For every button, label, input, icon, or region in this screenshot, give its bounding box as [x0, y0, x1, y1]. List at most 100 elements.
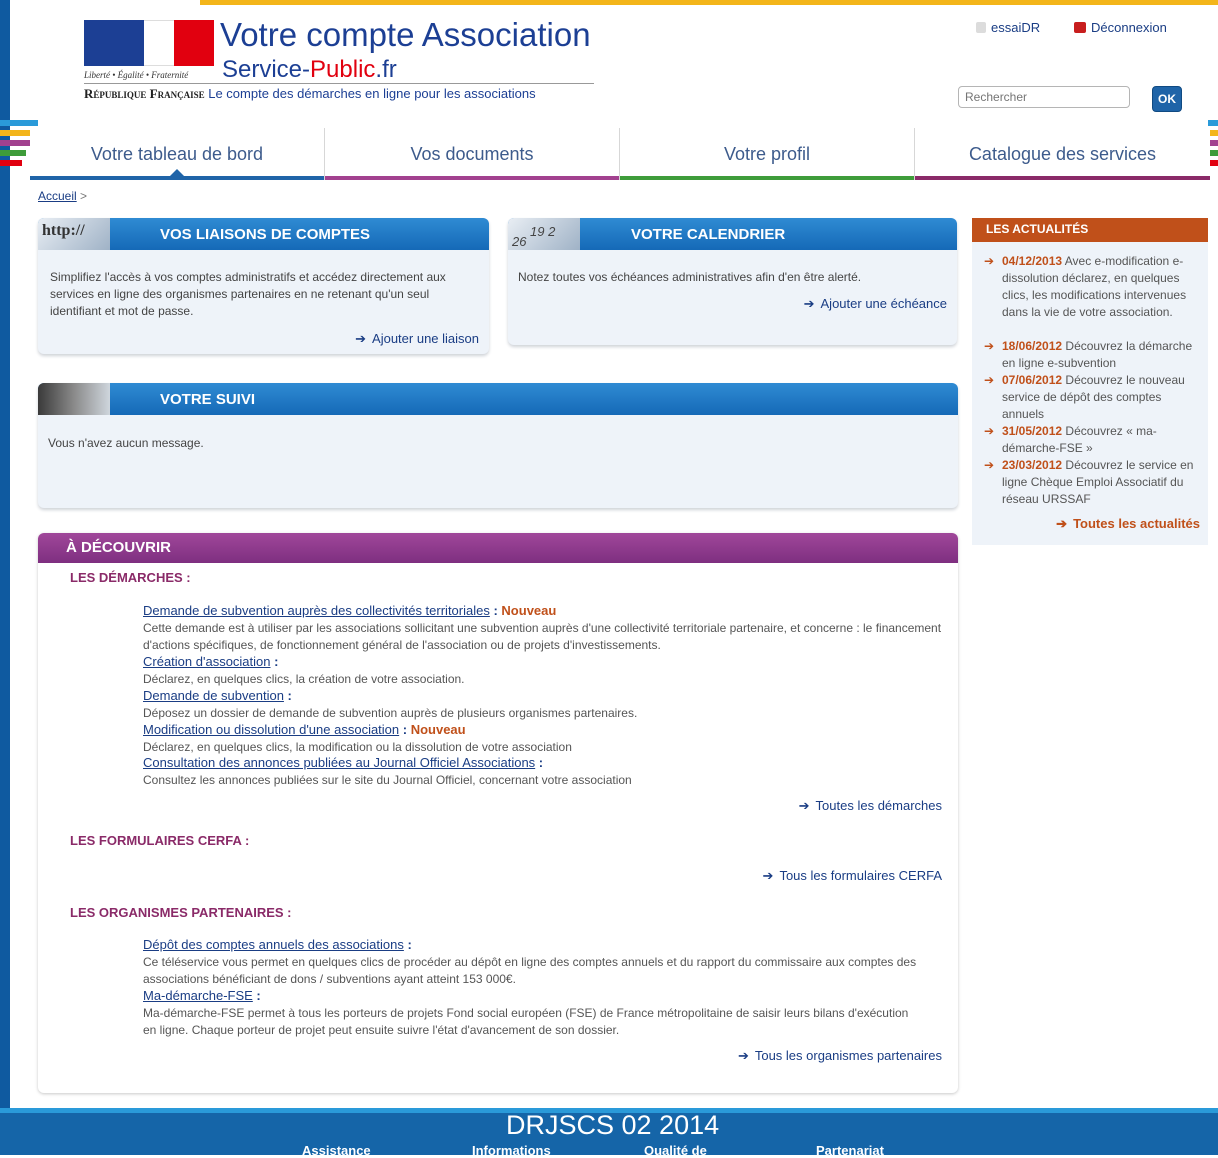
demarche-item-link: Demande de subvention : [143, 688, 292, 703]
logout-icon [1074, 22, 1086, 33]
demarche-link[interactable]: Demande de subvention [143, 688, 284, 703]
tab-label: Vos documents [410, 143, 534, 164]
news-date: 23/03/2012 [1002, 458, 1063, 472]
partner-desc: Ma-démarche-FSE permet à tous les porteu… [143, 1006, 909, 1037]
new-badge: Nouveau [501, 603, 557, 618]
all-demarches-link[interactable]: ➔ Toutes les démarches [799, 798, 942, 814]
site-title[interactable]: Votre compte Association [220, 16, 591, 54]
demarche-link[interactable]: Modification ou dissolution d'une associ… [143, 722, 399, 737]
news-item[interactable]: ➔ 23/03/2012 Découvrez le service en lign… [984, 457, 1200, 508]
tab-tableau-de-bord[interactable]: Votre tableau de bord [30, 128, 325, 180]
breadcrumb-separator: > [80, 189, 88, 203]
breadcrumb: Accueil > [38, 189, 87, 203]
tab-color-bar [915, 176, 1210, 180]
site-tagline: Le compte des démarches en ligne pour le… [208, 86, 536, 101]
partners-title: LES ORGANISMES PARTENAIRES : [70, 905, 292, 920]
arrow-right-icon: ➔ [984, 339, 995, 353]
arrow-right-icon: ➔ [984, 458, 995, 472]
active-tab-pointer-icon [170, 169, 184, 176]
calendrier-text: Notez toutes vos échéances administrativ… [518, 270, 862, 284]
arrow-right-icon: ➔ [798, 798, 810, 813]
breadcrumb-home-link[interactable]: Accueil [38, 189, 77, 203]
all-cerfa-link[interactable]: ➔ Tous les formulaires CERFA [763, 868, 942, 884]
logout-link[interactable]: Déconnexion [1074, 20, 1167, 35]
suivi-title: VOTRE SUIVI [160, 391, 256, 408]
demarche-item-link: Consultation des annonces publiées au Jo… [143, 755, 543, 770]
top-accent-bar [200, 0, 1218, 5]
site-subtitle[interactable]: Service-Public.fr [222, 56, 397, 84]
tab-color-bar [325, 176, 619, 180]
site-subtitle-domain: .fr [375, 56, 397, 83]
demarche-desc: Déclarez, en quelques clics, la modifica… [143, 740, 572, 754]
news-date: 18/06/2012 [1002, 339, 1063, 353]
calendar-icon: 19 2 26 [508, 218, 580, 250]
tab-catalogue-des-services[interactable]: Catalogue des services [915, 128, 1210, 180]
arrow-right-icon: ➔ [1056, 516, 1068, 531]
arrow-right-icon: ➔ [803, 296, 815, 311]
partner-link[interactable]: Dépôt des comptes annuels des associatio… [143, 937, 404, 952]
demarche-link[interactable]: Consultation des annonces publiées au Jo… [143, 755, 535, 770]
liaisons-panel: http:// VOS LIAISONS DE COMPTES Simplifi… [38, 218, 489, 354]
partner-item-link: Dépôt des comptes annuels des associatio… [143, 937, 412, 952]
republique-tagline: République Française Le compte des démar… [84, 83, 594, 102]
demarche-item-link: Modification ou dissolution d'une associ… [143, 722, 466, 737]
arrow-right-icon: ➔ [984, 373, 995, 387]
footer-link-informations[interactable]: Informations [472, 1143, 551, 1158]
suivi-header: VOTRE SUIVI [38, 383, 958, 415]
news-item[interactable]: ➔ 18/06/2012 Découvrez la démarche en lig… [984, 338, 1200, 372]
demarche-item-link: Création d'association : [143, 654, 278, 669]
calendrier-title: VOTRE CALENDRIER [631, 226, 786, 243]
partner-link[interactable]: Ma-démarche-FSE [143, 988, 253, 1003]
tab-vos-documents[interactable]: Vos documents [325, 128, 620, 180]
user-icon [976, 22, 986, 33]
news-date: 04/12/2013 [1002, 254, 1063, 268]
arrow-right-icon: ➔ [737, 1048, 749, 1063]
demarche-link[interactable]: Demande de subvention auprès des collect… [143, 603, 490, 618]
all-partners-link[interactable]: ➔ Tous les organismes partenaires [738, 1048, 942, 1064]
news-date: 31/05/2012 [1002, 424, 1063, 438]
add-liaison-label: Ajouter une liaison [372, 331, 479, 346]
discover-panel: À DÉCOUVRIR LES DÉMARCHES : Demande de s… [38, 533, 958, 1093]
news-item[interactable]: ➔ 07/06/2012 Découvrez le nouveau service… [984, 372, 1200, 423]
demarche-suffix: : [489, 603, 502, 618]
tab-label: Catalogue des services [968, 143, 1157, 164]
all-news-link[interactable]: ➔ Toutes les actualités [1056, 516, 1200, 532]
search-input[interactable] [958, 86, 1130, 108]
tab-label: Votre profil [723, 143, 811, 164]
http-icon: http:// [38, 218, 110, 250]
site-subtitle-part1: Service- [222, 56, 311, 83]
calendrier-panel: 19 2 26 VOTRE CALENDRIER Notez toutes vos… [508, 218, 957, 345]
suivi-panel: VOTRE SUIVI Vous n'avez aucun message. [38, 383, 958, 508]
all-cerfa-label: Tous les formulaires CERFA [779, 868, 942, 883]
liaisons-title: VOS LIAISONS DE COMPTES [160, 226, 371, 243]
tab-votre-profil[interactable]: Votre profil [620, 128, 915, 180]
logout-label: Déconnexion [1091, 20, 1167, 35]
add-echeance-link[interactable]: ➔ Ajouter une échéance [804, 296, 947, 312]
logo-motto: Liberté • Égalité • Fraternité [84, 70, 189, 80]
republique-francaise: République Française [84, 86, 205, 101]
partner-suffix: : [252, 988, 261, 1003]
add-echeance-label: Ajouter une échéance [820, 296, 947, 311]
partner-desc: Ce téléservice vous permet en quelques c… [143, 955, 917, 986]
demarche-suffix: : [535, 755, 544, 770]
search-button[interactable]: OK [1152, 86, 1182, 112]
demarche-link[interactable]: Création d'association [143, 654, 271, 669]
marianne-logo[interactable]: Liberté • Égalité • Fraternité [84, 20, 214, 80]
demarche-item-link: Demande de subvention auprès des collect… [143, 603, 556, 618]
demarche-suffix: : [283, 688, 292, 703]
add-liaison-link[interactable]: ➔ Ajouter une liaison [355, 331, 479, 347]
arrow-right-icon: ➔ [355, 331, 367, 346]
suivi-text: Vous n'avez aucun message. [48, 436, 204, 450]
footer-link-partenariat[interactable]: Partenariat [816, 1143, 884, 1158]
footer-link-qualite[interactable]: Qualité de [644, 1143, 707, 1158]
user-account-link[interactable]: essaiDR [976, 20, 1040, 35]
news-item[interactable]: ➔ 04/12/2013 Avec e-modification e-dissol… [984, 253, 1200, 321]
main-nav: Votre tableau de bord Vos documents Votr… [30, 128, 1210, 180]
new-badge: Nouveau [410, 722, 466, 737]
news-item[interactable]: ➔ 31/05/2012 Découvrez « ma-démarche-FSE … [984, 423, 1200, 457]
calendrier-header: 19 2 26 VOTRE CALENDRIER [508, 218, 957, 250]
news-panel: LES ACTUALITÉS ➔ 04/12/2013 Avec e-modifi… [972, 218, 1208, 545]
demarche-desc: Déposez un dossier de demande de subvent… [143, 706, 638, 720]
footer-link-assistance[interactable]: Assistance [302, 1143, 371, 1158]
all-partners-label: Tous les organismes partenaires [754, 1048, 942, 1063]
